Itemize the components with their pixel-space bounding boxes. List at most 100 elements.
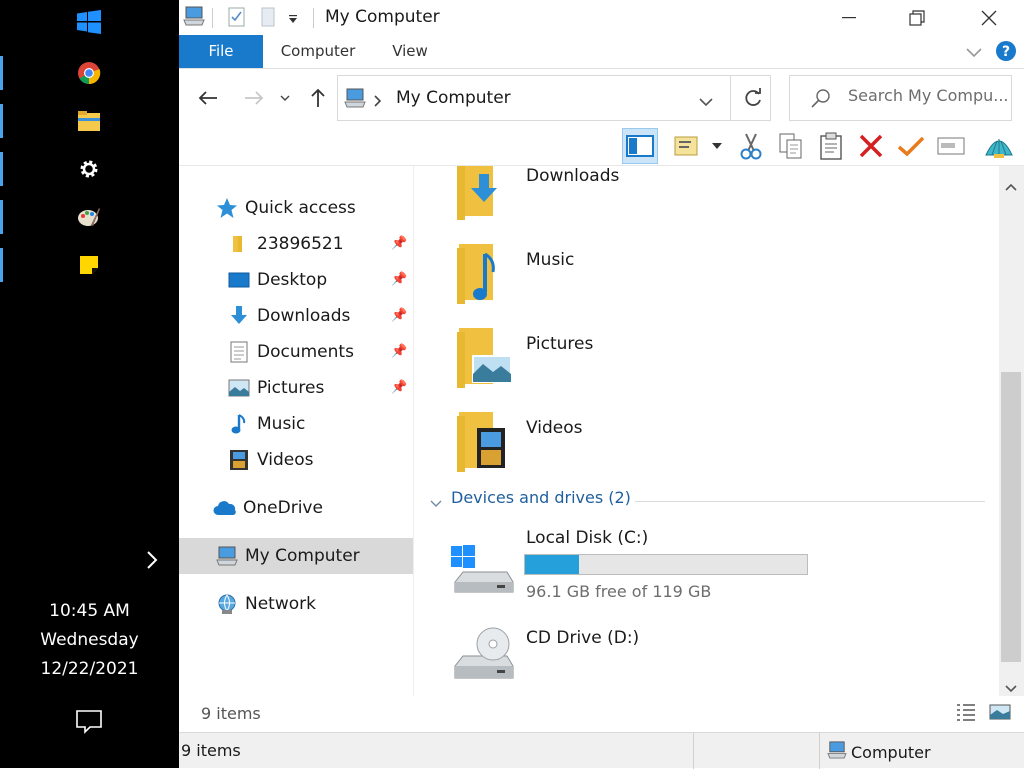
tab-computer[interactable]: Computer — [271, 35, 365, 68]
computer-icon[interactable] — [183, 6, 205, 30]
rename-button[interactable] — [933, 128, 969, 164]
clock-day[interactable]: Wednesday — [0, 630, 179, 650]
nav-item-desktop[interactable]: Desktop — [227, 263, 327, 297]
drive-d-label[interactable]: CD Drive (D:) — [526, 628, 639, 648]
details-view-button[interactable] — [955, 702, 977, 726]
shell-button[interactable] — [981, 128, 1017, 164]
action-center-button[interactable] — [60, 700, 118, 744]
search-box[interactable] — [789, 75, 1012, 121]
pin-icon[interactable]: 📌 — [391, 272, 407, 287]
folder-music-label[interactable]: Music — [526, 250, 574, 270]
taskbar-settings[interactable] — [60, 147, 118, 191]
restore-button[interactable] — [882, 0, 952, 35]
videos-film-icon — [227, 448, 251, 472]
arrow-left-icon — [198, 91, 217, 105]
nav-item-pictures[interactable]: Pictures — [227, 371, 324, 405]
nav-item-documents[interactable]: Documents — [227, 335, 354, 369]
recent-locations-button[interactable] — [275, 84, 295, 112]
divider — [730, 76, 731, 120]
new-folder-icon[interactable] — [259, 6, 277, 32]
zone-indicator: Computer — [827, 741, 931, 763]
nav-onedrive[interactable]: OneDrive — [213, 491, 323, 525]
help-button[interactable]: ? — [995, 40, 1017, 66]
pin-icon[interactable]: 📌 — [391, 308, 407, 323]
properties-button[interactable] — [669, 128, 705, 164]
desktop-icon — [227, 268, 251, 292]
properties-icon[interactable] — [227, 6, 247, 32]
nav-label: My Computer — [245, 546, 360, 566]
forward-button[interactable] — [239, 84, 269, 112]
address-bar[interactable]: My Computer — [337, 75, 771, 121]
scroll-thumb[interactable] — [1001, 372, 1021, 662]
search-input[interactable] — [848, 86, 1008, 105]
clock-date[interactable]: 12/22/2021 — [0, 659, 179, 679]
up-button[interactable] — [303, 84, 333, 112]
nav-item-downloads[interactable]: Downloads — [227, 299, 350, 333]
drive-c-icon[interactable] — [449, 542, 515, 602]
nav-network[interactable]: Network — [215, 587, 316, 621]
nav-quick-access[interactable]: Quick access — [215, 191, 356, 225]
show-more-chevron[interactable] — [130, 538, 174, 582]
delete-x-icon — [859, 134, 883, 158]
vertical-scrollbar[interactable] — [999, 166, 1024, 696]
pictures-icon — [227, 376, 251, 400]
tab-view[interactable]: View — [379, 35, 441, 68]
scroll-up-arrow-icon[interactable] — [1005, 176, 1017, 195]
folder-downloads-icon[interactable] — [455, 166, 515, 220]
nav-item-videos[interactable]: Videos — [227, 443, 314, 477]
minimize-button[interactable] — [814, 0, 884, 35]
taskbar-file-explorer[interactable] — [60, 99, 118, 143]
copy-button[interactable] — [773, 128, 809, 164]
group-collapse-chevron[interactable] — [429, 494, 443, 513]
nav-label: Pictures — [257, 378, 325, 398]
taskbar-sticky-notes[interactable] — [60, 243, 118, 287]
preview-pane-button[interactable] — [622, 128, 658, 164]
group-header-devices[interactable]: Devices and drives (2) — [451, 488, 631, 507]
details-view-icon — [957, 704, 975, 721]
drive-c-label[interactable]: Local Disk (C:) — [526, 528, 648, 548]
back-button[interactable] — [193, 84, 223, 112]
item-count: 9 items — [201, 704, 261, 723]
taskbar-paint[interactable] — [60, 195, 118, 239]
paste-button[interactable] — [813, 128, 849, 164]
title-bar[interactable]: My Computer — [179, 0, 1024, 35]
chevron-down-icon — [430, 500, 442, 507]
drive-d-icon[interactable] — [449, 622, 515, 682]
folder-downloads-label[interactable]: Downloads — [526, 166, 619, 186]
quick-access-dropdown-icon[interactable] — [287, 10, 299, 29]
folder-pictures-icon[interactable] — [455, 328, 515, 388]
nav-item-music[interactable]: Music — [227, 407, 305, 441]
folder-music-icon[interactable] — [455, 244, 515, 304]
pin-icon[interactable]: 📌 — [391, 380, 407, 395]
copy-icon — [779, 133, 802, 159]
clock-time[interactable]: 10:45 AM — [0, 601, 179, 621]
folder-videos-icon[interactable] — [455, 412, 515, 472]
nav-item-23896521[interactable]: 23896521 — [227, 227, 344, 261]
start-button[interactable] — [60, 0, 118, 44]
nav-my-computer[interactable]: My Computer — [215, 539, 360, 573]
large-icons-view-button[interactable] — [989, 702, 1011, 726]
rename-icon — [937, 137, 965, 155]
refresh-button[interactable] — [743, 88, 763, 112]
pin-icon[interactable]: 📌 — [391, 236, 407, 251]
folder-pictures-label[interactable]: Pictures — [526, 334, 593, 354]
breadcrumb-chevron-icon[interactable] — [374, 92, 382, 111]
pin-icon[interactable]: 📌 — [391, 344, 407, 359]
large-icons-view-icon — [989, 704, 1011, 720]
chrome-icon — [78, 62, 101, 85]
taskbar-chrome[interactable] — [60, 51, 118, 95]
tab-file[interactable]: File — [179, 35, 263, 68]
arrow-right-icon — [245, 91, 264, 105]
delete-button[interactable] — [853, 128, 889, 164]
folder-videos-label[interactable]: Videos — [526, 418, 583, 438]
expand-ribbon-button[interactable] — [965, 43, 983, 62]
address-history-dropdown[interactable] — [698, 92, 714, 111]
minimize-icon — [842, 16, 856, 18]
confirm-button[interactable] — [893, 128, 929, 164]
help-icon: ? — [996, 41, 1016, 61]
breadcrumb-my-computer[interactable]: My Computer — [396, 88, 511, 108]
close-button[interactable] — [954, 0, 1024, 35]
cut-button[interactable] — [733, 128, 769, 164]
properties-dropdown[interactable] — [707, 128, 727, 164]
scroll-down-arrow-icon[interactable] — [1005, 678, 1017, 697]
